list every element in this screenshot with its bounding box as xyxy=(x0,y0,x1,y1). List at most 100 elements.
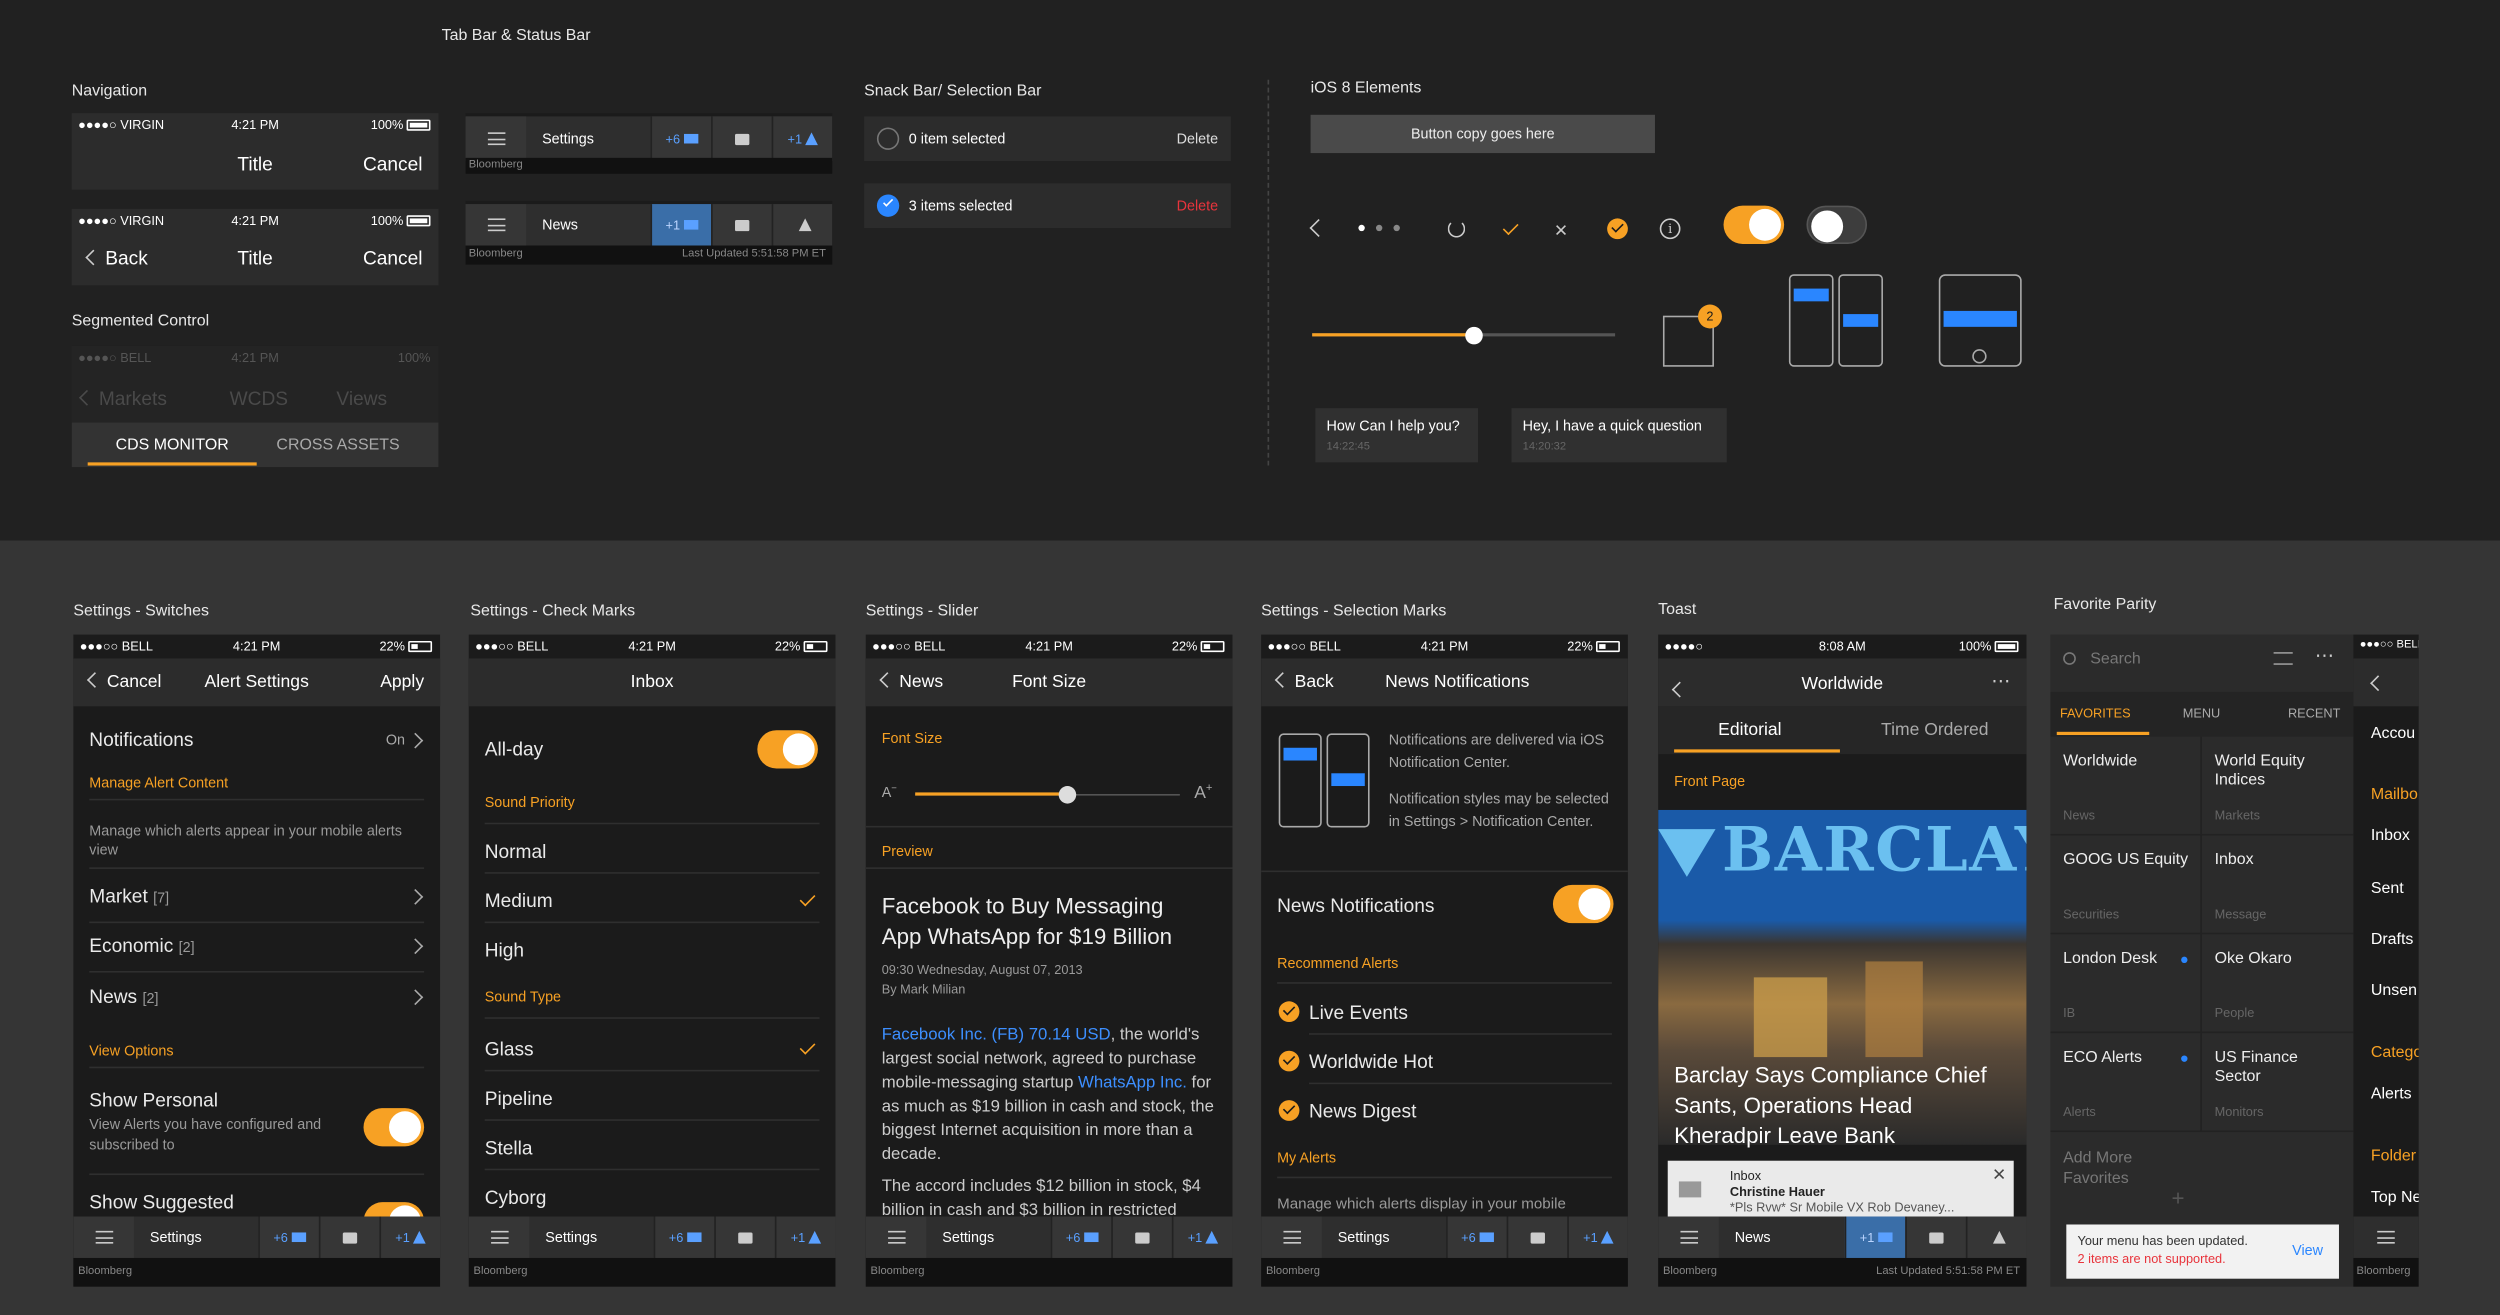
font-slider-thumb[interactable] xyxy=(1058,786,1076,804)
markets-button[interactable]: Markets xyxy=(79,387,167,410)
alerts-tab[interactable] xyxy=(1965,1216,2027,1258)
all-day-toggle[interactable] xyxy=(757,730,818,769)
mail-tab[interactable]: +1 xyxy=(1844,1216,1906,1258)
delete-button[interactable]: Delete xyxy=(1177,131,1218,147)
alerts-tab[interactable]: +1 xyxy=(1171,1216,1233,1258)
menu-button[interactable] xyxy=(1658,1216,1719,1258)
economic-row[interactable]: Economic [2] xyxy=(89,934,424,956)
tab-time-ordered[interactable]: Time Ordered xyxy=(1843,721,2026,740)
alerts-tab[interactable]: +1 xyxy=(1567,1216,1628,1258)
menu-button[interactable] xyxy=(468,1216,530,1258)
sound-option[interactable]: Medium xyxy=(485,890,820,912)
cancel-button[interactable]: Cancel xyxy=(363,153,423,175)
ticker-link[interactable]: Facebook Inc. (FB) 70.14 USD xyxy=(882,1025,1111,1044)
menu-item[interactable]: Top Ne xyxy=(2371,1189,2419,1207)
apply-button[interactable]: Apply xyxy=(380,673,424,692)
sound-option[interactable]: Normal xyxy=(485,840,820,862)
menu-item[interactable]: Accou xyxy=(2371,725,2415,743)
close-icon[interactable]: × xyxy=(1555,218,1568,240)
favorite-tile[interactable]: Oke Okaro People xyxy=(2201,934,2354,1034)
view-button[interactable]: View xyxy=(2292,1242,2323,1258)
sound-option[interactable]: Cyborg xyxy=(485,1186,820,1208)
menu-button[interactable] xyxy=(1261,1216,1322,1258)
mail-tab[interactable]: +6 xyxy=(1446,1216,1507,1258)
views-button[interactable]: Views xyxy=(336,387,387,409)
favorite-tile[interactable]: GOOG US Equity Securities xyxy=(2050,835,2202,935)
chat-tab[interactable] xyxy=(714,1216,775,1258)
check-icon[interactable] xyxy=(1502,219,1519,236)
sound-option[interactable]: High xyxy=(485,939,820,961)
select-circle[interactable] xyxy=(876,127,900,150)
tab-recent[interactable]: RECENT xyxy=(2288,706,2340,720)
favorite-tile[interactable]: ECO Alerts Alerts xyxy=(2050,1033,2202,1133)
menu-item[interactable]: Sent xyxy=(2371,880,2404,898)
plus-icon[interactable]: + xyxy=(2172,1185,2185,1211)
list-icon[interactable] xyxy=(2273,652,2293,665)
check-circle-icon[interactable] xyxy=(1607,218,1628,240)
sound-option[interactable]: Pipeline xyxy=(485,1087,820,1109)
segment-cross-assets[interactable]: CROSS ASSETS xyxy=(257,437,420,455)
chat-tab[interactable] xyxy=(1111,1216,1172,1258)
delete-button[interactable]: Delete xyxy=(1177,198,1218,214)
mail-tab[interactable]: +6 xyxy=(1050,1216,1112,1258)
mail-tab[interactable]: +6 xyxy=(653,1216,715,1258)
favorite-tile[interactable]: Inbox Message xyxy=(2201,835,2354,935)
mail-tab[interactable]: +6 xyxy=(650,116,712,162)
chat-tab[interactable] xyxy=(318,1216,380,1258)
segment-cds-monitor[interactable]: CDS MONITOR xyxy=(88,437,257,455)
alerts-tab[interactable]: +1 xyxy=(774,1216,836,1258)
sound-option[interactable]: Glass xyxy=(485,1038,820,1060)
inbox-toast[interactable]: Inbox Christine Hauer *Pls Rvw* Sr Mobil… xyxy=(1667,1160,2014,1222)
selected-mark-icon[interactable] xyxy=(1278,1050,1300,1072)
chat-tab[interactable] xyxy=(711,204,772,246)
menu-item[interactable]: Inbox xyxy=(2371,827,2410,845)
favorite-tile[interactable]: London Desk IB xyxy=(2050,934,2202,1034)
more-icon[interactable]: ⋯ xyxy=(2315,644,2334,666)
alerts-tab[interactable] xyxy=(771,204,833,246)
alert-option[interactable]: Live Events xyxy=(1309,1001,1612,1023)
alerts-tab[interactable]: +1 xyxy=(379,1216,441,1258)
menu-button[interactable] xyxy=(465,204,527,246)
alerts-tab[interactable]: +1 xyxy=(771,116,833,162)
alert-option[interactable]: News Digest xyxy=(1309,1100,1612,1122)
search-input[interactable]: Search xyxy=(2090,651,2141,669)
favorite-tile[interactable]: US Finance Sector Monitors xyxy=(2201,1033,2354,1133)
info-icon[interactable]: i xyxy=(1659,218,1681,240)
selected-mark-icon[interactable] xyxy=(1278,1100,1300,1121)
menu-button[interactable] xyxy=(465,116,527,162)
more-icon[interactable]: ⋯ xyxy=(1991,670,2010,692)
notifications-row[interactable]: Notifications xyxy=(89,729,424,751)
market-row[interactable]: Market [7] xyxy=(89,885,424,907)
show-personal-toggle[interactable] xyxy=(363,1108,425,1147)
menu-item[interactable]: Drafts xyxy=(2371,931,2414,949)
refresh-icon[interactable] xyxy=(1447,220,1466,238)
alert-option[interactable]: Worldwide Hot xyxy=(1309,1051,1612,1073)
tab-editorial[interactable]: Editorial xyxy=(1658,721,1841,740)
mail-tab[interactable]: +1 xyxy=(650,204,712,246)
chat-tab[interactable] xyxy=(1905,1216,1966,1258)
toggle-switch-off[interactable] xyxy=(1806,205,1868,244)
toggle-switch-on[interactable] xyxy=(1723,205,1785,244)
tab-favorites[interactable]: FAVORITES xyxy=(2060,706,2131,720)
add-more-button[interactable]: Add More Favorites xyxy=(2063,1148,2175,1189)
menu-item[interactable]: Unsen xyxy=(2371,982,2417,1000)
menu-button[interactable] xyxy=(73,1216,134,1258)
close-icon[interactable]: × xyxy=(1993,1161,2006,1187)
chat-tab[interactable] xyxy=(711,116,772,162)
menu-button[interactable] xyxy=(2353,1216,2419,1258)
favorite-tile[interactable]: World Equity Indices Markets xyxy=(2201,737,2354,836)
selected-mark-icon[interactable] xyxy=(1278,1001,1300,1023)
slider-thumb[interactable] xyxy=(1465,326,1484,345)
chevron-left-icon[interactable] xyxy=(1309,218,1328,238)
favorite-tile[interactable]: Worldwide News xyxy=(2050,736,2202,836)
menu-item[interactable]: Alerts xyxy=(2371,1086,2412,1104)
company-link[interactable]: WhatsApp Inc. xyxy=(1078,1073,1187,1092)
sound-option[interactable]: Stella xyxy=(485,1137,820,1159)
menu-button[interactable] xyxy=(865,1216,927,1258)
news-notifications-toggle[interactable] xyxy=(1552,884,1614,924)
tab-menu[interactable]: MENU xyxy=(2183,706,2221,720)
primary-button[interactable]: Button copy goes here xyxy=(1310,114,1655,154)
mail-tab[interactable]: +6 xyxy=(258,1216,319,1258)
chevron-left-icon[interactable] xyxy=(2370,675,2386,692)
news-row[interactable]: News [2] xyxy=(89,985,424,1007)
